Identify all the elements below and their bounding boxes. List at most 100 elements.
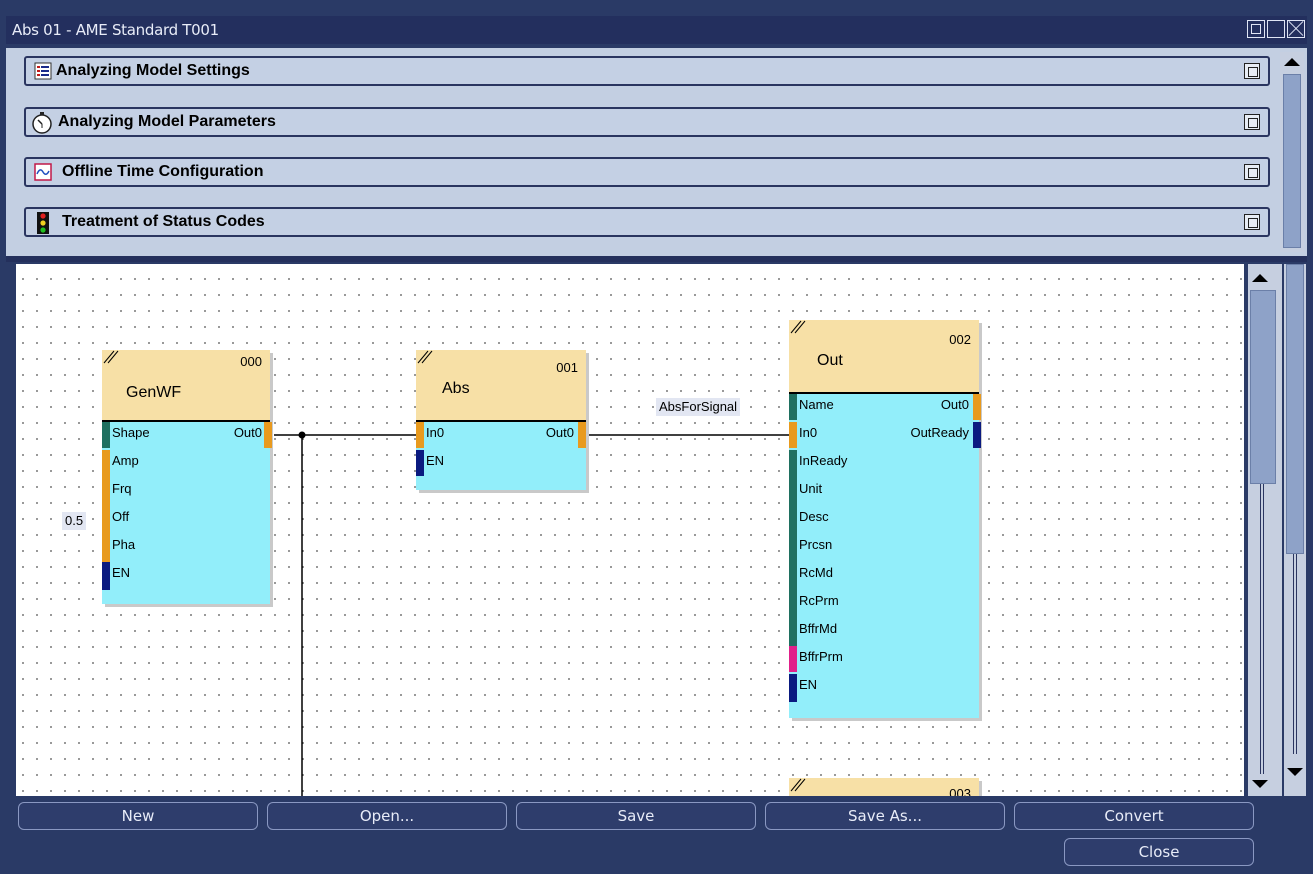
waveform-icon: [34, 163, 52, 181]
block-003[interactable]: 003: [789, 778, 979, 796]
pin-marker: [789, 674, 797, 702]
input-pin[interactable]: In0: [799, 424, 817, 442]
pin-marker: [416, 422, 424, 448]
input-pin[interactable]: Unit: [799, 480, 822, 498]
convert-button[interactable]: Convert: [1014, 802, 1254, 830]
scroll-thumb[interactable]: [1250, 290, 1276, 484]
input-pin[interactable]: Shape: [112, 424, 150, 442]
pin-marker: [102, 422, 110, 448]
splitter[interactable]: [6, 256, 1307, 262]
constant-value-label[interactable]: 0.5: [62, 512, 87, 530]
panel-label: Offline Time Configuration: [62, 163, 264, 180]
input-pin[interactable]: InReady: [799, 452, 847, 470]
model-canvas[interactable]: GenWF 000 Shape Amp Frq Off Pha EN Out0 …: [16, 264, 1244, 796]
input-pin[interactable]: EN: [112, 564, 130, 582]
block-header: 003: [789, 778, 979, 796]
traffic-light-icon: [37, 212, 49, 234]
expand-icon[interactable]: [1244, 214, 1260, 230]
panels-scrollbar[interactable]: [1280, 52, 1304, 252]
input-pin[interactable]: Prcsn: [799, 536, 832, 554]
block-name: Out: [817, 352, 843, 369]
block-name: Abs: [442, 380, 470, 397]
panel-offline-time-configuration[interactable]: Offline Time Configuration: [24, 157, 1270, 187]
block-genwf[interactable]: GenWF 000 Shape Amp Frq Off Pha EN Out0: [102, 350, 272, 604]
pin-marker: [264, 422, 272, 448]
open-button[interactable]: Open...: [267, 802, 507, 830]
block-number: 003: [949, 786, 971, 796]
title-bar: Abs 01 - AME Standard T001: [6, 16, 1307, 44]
input-pin[interactable]: Frq: [112, 480, 132, 498]
edit-hatch-icon: [790, 320, 806, 334]
close-button[interactable]: Close: [1064, 838, 1254, 866]
save-button[interactable]: Save: [516, 802, 756, 830]
edit-hatch-icon: [103, 350, 119, 364]
block-body: Shape Amp Frq Off Pha EN Out0: [102, 422, 272, 604]
save-as-button[interactable]: Save As...: [765, 802, 1005, 830]
stopwatch-icon: [32, 112, 52, 134]
bottom-toolbar: New Open... Save Save As... Convert Clos…: [6, 798, 1307, 870]
scroll-up-icon[interactable]: [1284, 58, 1300, 66]
scroll-down-icon[interactable]: [1287, 768, 1303, 776]
panel-treatment-of-status-codes[interactable]: Treatment of Status Codes: [24, 207, 1270, 237]
block-body: Name In0 InReady Unit Desc Prcsn RcMd Rc…: [789, 394, 981, 718]
edit-hatch-icon: [417, 350, 433, 364]
input-pin[interactable]: In0: [426, 424, 444, 442]
output-pin[interactable]: Out0: [546, 424, 574, 442]
input-pin[interactable]: Name: [799, 396, 834, 414]
pin-marker: [789, 450, 797, 646]
block-out[interactable]: Out 002 Name In0 InReady Unit Desc Prcsn…: [789, 320, 981, 718]
scroll-thumb[interactable]: [1286, 264, 1304, 554]
settings-panels: Analyzing Model Settings Analyzing Model…: [6, 48, 1307, 256]
panel-label: Analyzing Model Settings: [56, 62, 250, 79]
panel-analyzing-model-settings[interactable]: Analyzing Model Settings: [24, 56, 1270, 86]
expand-icon[interactable]: [1244, 164, 1260, 180]
pin-marker: [416, 450, 424, 476]
maximize-icon[interactable]: [1267, 20, 1285, 38]
panel-label: Analyzing Model Parameters: [58, 113, 276, 130]
scroll-down-icon[interactable]: [1252, 780, 1268, 788]
scroll-track[interactable]: [1293, 554, 1297, 754]
input-pin[interactable]: BffrMd: [799, 620, 837, 638]
input-pin[interactable]: Pha: [112, 536, 135, 554]
output-pin[interactable]: Out0: [941, 396, 969, 414]
panel-label: Treatment of Status Codes: [62, 213, 265, 230]
main-window: Abs 01 - AME Standard T001 Analyzing Mod…: [0, 0, 1313, 874]
input-pin[interactable]: BffrPrm: [799, 648, 843, 666]
minimize-icon[interactable]: [1247, 20, 1265, 38]
block-name: GenWF: [126, 384, 182, 401]
expand-icon[interactable]: [1244, 63, 1260, 79]
list-settings-icon: [34, 62, 52, 80]
block-header: Abs 001: [416, 350, 586, 422]
block-header: Out 002: [789, 320, 979, 394]
input-pin[interactable]: EN: [426, 452, 444, 470]
pin-marker: [973, 394, 981, 420]
new-button[interactable]: New: [18, 802, 258, 830]
pin-marker: [789, 422, 797, 448]
input-pin[interactable]: EN: [799, 676, 817, 694]
scroll-up-icon[interactable]: [1252, 274, 1268, 282]
input-pin[interactable]: Off: [112, 508, 129, 526]
pin-marker: [789, 646, 797, 672]
outer-scrollbar[interactable]: [1284, 264, 1306, 796]
block-number: 002: [949, 332, 971, 347]
canvas-scrollbar[interactable]: [1248, 264, 1282, 796]
block-header: GenWF 000: [102, 350, 270, 422]
pin-marker: [578, 422, 586, 448]
panel-analyzing-model-parameters[interactable]: Analyzing Model Parameters: [24, 107, 1270, 137]
scroll-thumb[interactable]: [1283, 74, 1301, 248]
expand-icon[interactable]: [1244, 114, 1260, 130]
input-pin[interactable]: Amp: [112, 452, 139, 470]
output-pin[interactable]: OutReady: [910, 424, 969, 442]
pin-marker: [102, 562, 110, 590]
input-pin[interactable]: RcMd: [799, 564, 833, 582]
block-abs[interactable]: Abs 001 In0 EN Out0: [416, 350, 586, 490]
wire-junction: [298, 431, 306, 439]
signal-name-label[interactable]: AbsForSignal: [656, 398, 741, 416]
scroll-track[interactable]: [1260, 484, 1264, 774]
output-pin[interactable]: Out0: [234, 424, 262, 442]
input-pin[interactable]: RcPrm: [799, 592, 839, 610]
block-number: 001: [556, 360, 578, 375]
input-pin[interactable]: Desc: [799, 508, 829, 526]
close-icon[interactable]: [1287, 20, 1305, 38]
edit-hatch-icon: [790, 778, 806, 792]
